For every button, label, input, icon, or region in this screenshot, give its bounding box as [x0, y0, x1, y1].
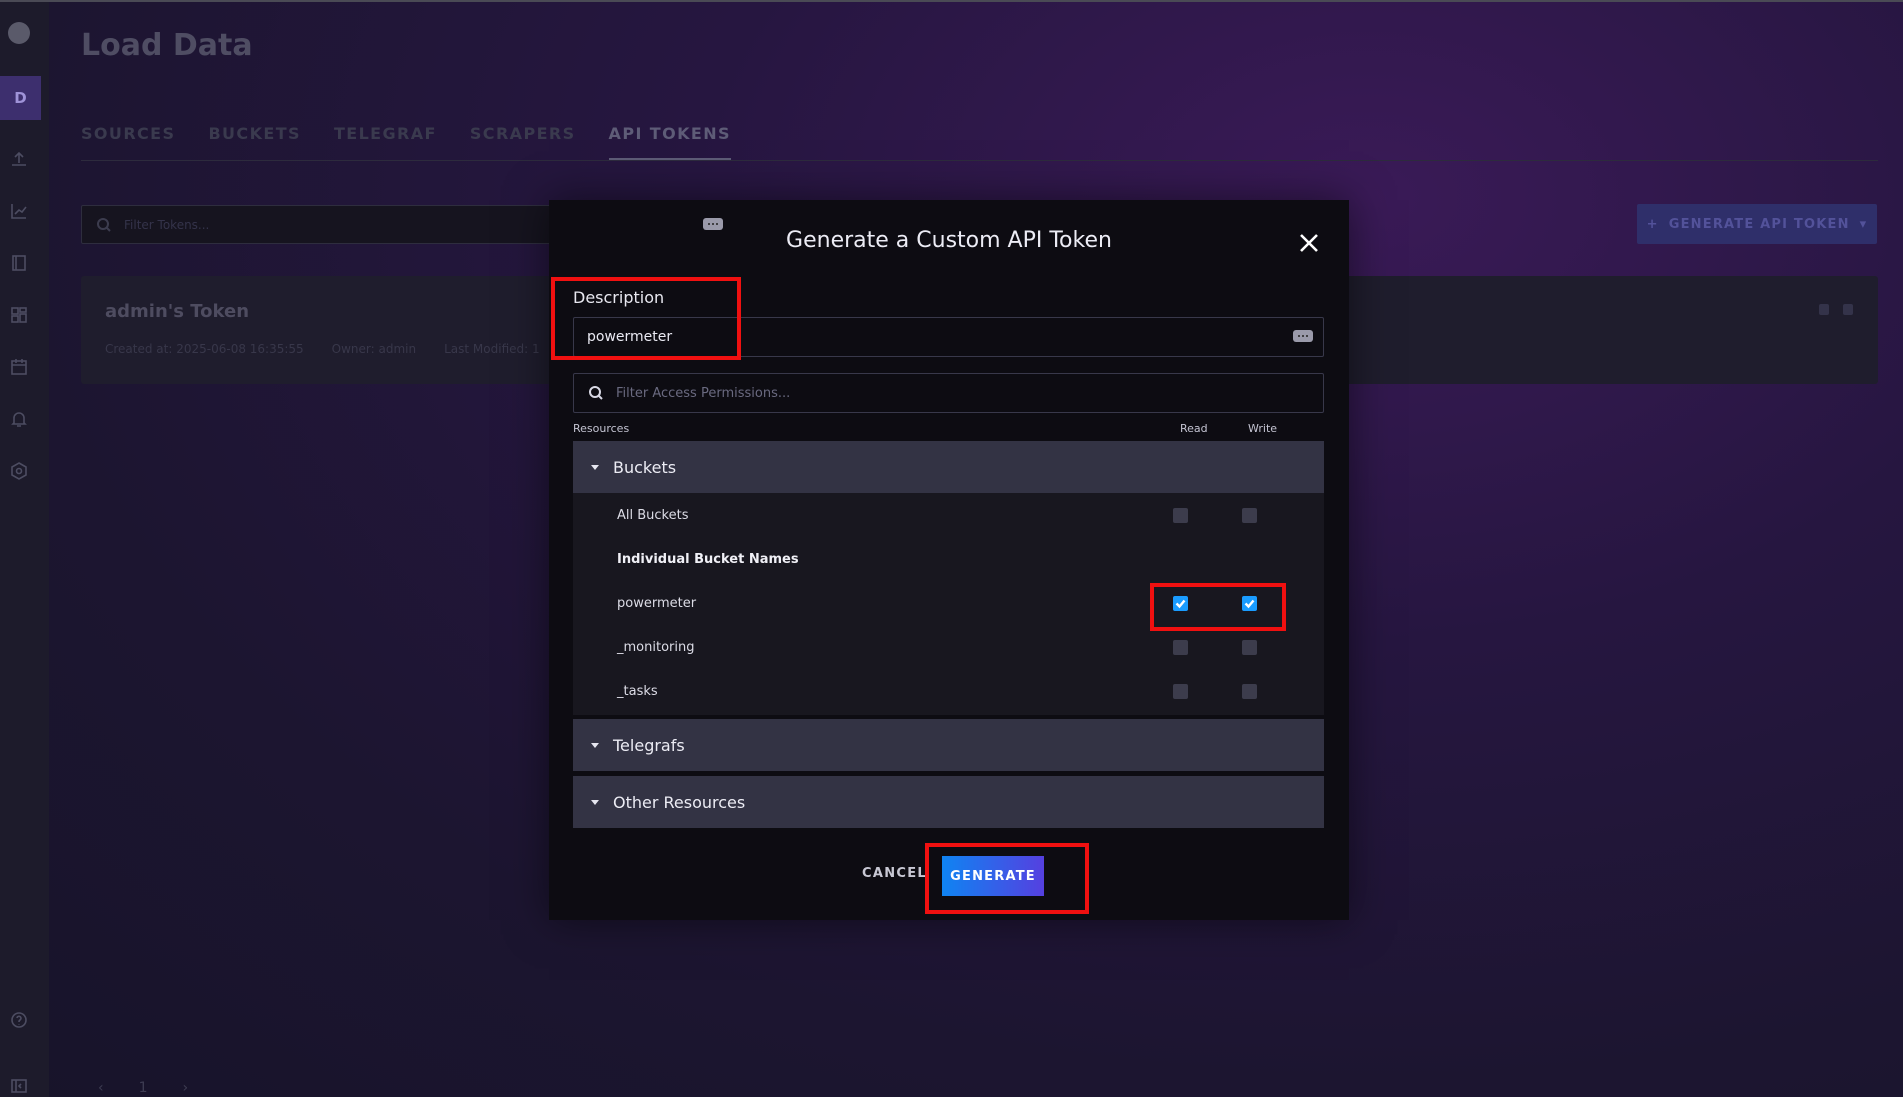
- dashboard-icon[interactable]: [8, 304, 30, 326]
- bucket-powermeter-write-checkbox[interactable]: [1242, 596, 1257, 611]
- sidebar: D: [0, 2, 49, 1097]
- notebook-icon[interactable]: [8, 252, 30, 274]
- token-filter-placeholder: Filter Tokens...: [124, 217, 210, 232]
- settings-icon[interactable]: [1843, 304, 1853, 315]
- buckets-section-label: Buckets: [613, 457, 677, 477]
- tab-sources[interactable]: SOURCES: [81, 124, 175, 160]
- influx-logo-icon[interactable]: [8, 22, 30, 44]
- all-buckets-label: All Buckets: [617, 508, 689, 523]
- password-manager-icon[interactable]: [1293, 330, 1313, 342]
- bucket-monitoring-write-checkbox[interactable]: [1242, 640, 1257, 655]
- org-initial: D: [14, 89, 27, 107]
- help-icon[interactable]: [8, 1009, 30, 1031]
- caret-down-icon: [591, 742, 599, 748]
- pagination: ‹ 1 ›: [98, 1080, 188, 1096]
- individual-buckets-heading: Individual Bucket Names: [617, 552, 799, 567]
- org-switcher[interactable]: D: [0, 76, 41, 120]
- bucket-tasks-read-checkbox[interactable]: [1173, 684, 1188, 699]
- all-buckets-read-checkbox[interactable]: [1173, 508, 1188, 523]
- tab-scrapers[interactable]: SCRAPERS: [470, 124, 576, 160]
- other-resources-section-label: Other Resources: [613, 792, 746, 812]
- plus-icon: +: [1646, 216, 1659, 232]
- window-top-border: [0, 0, 1903, 2]
- read-column-header: Read: [1180, 422, 1208, 435]
- prev-page-button[interactable]: ‹: [98, 1080, 104, 1096]
- search-icon: [589, 386, 603, 400]
- permission-filter-input[interactable]: [616, 385, 1296, 401]
- telegrafs-section-label: Telegrafs: [613, 735, 685, 755]
- token-filter-input[interactable]: Filter Tokens...: [81, 205, 561, 244]
- tab-api-tokens[interactable]: API TOKENS: [608, 124, 731, 160]
- generate-button[interactable]: GENERATE: [942, 856, 1044, 896]
- generate-token-modal: Generate a Custom API Token Description …: [549, 200, 1349, 920]
- token-meta: Created at: 2025-06-08 16:35:55 Owner: a…: [105, 342, 540, 356]
- all-buckets-write-checkbox[interactable]: [1242, 508, 1257, 523]
- close-icon[interactable]: [1298, 232, 1320, 254]
- page-number[interactable]: 1: [139, 1080, 148, 1096]
- token-name[interactable]: admin's Token: [105, 301, 249, 322]
- buckets-section-header[interactable]: Buckets: [573, 441, 1324, 493]
- page-title: Load Data: [81, 28, 253, 63]
- other-resources-section-header[interactable]: Other Resources: [573, 776, 1324, 828]
- checkmark-icon: [1175, 599, 1186, 609]
- description-label: Description: [573, 288, 665, 307]
- search-icon: [97, 217, 111, 232]
- cancel-button[interactable]: CANCEL: [862, 866, 927, 881]
- bucket-powermeter-read-checkbox[interactable]: [1173, 596, 1188, 611]
- buckets-section-body: All Buckets Individual Bucket Names powe…: [573, 493, 1324, 715]
- card-actions: [1819, 304, 1853, 315]
- tab-buckets[interactable]: BUCKETS: [208, 124, 301, 160]
- token-created: Created at: 2025-06-08 16:35:55: [105, 342, 304, 356]
- bucket-monitoring-read-checkbox[interactable]: [1173, 640, 1188, 655]
- permission-filter-field[interactable]: [573, 373, 1324, 413]
- caret-down-icon: [591, 799, 599, 805]
- write-column-header: Write: [1248, 422, 1278, 435]
- next-page-button[interactable]: ›: [183, 1080, 189, 1096]
- caret-down-icon: [591, 464, 599, 470]
- graph-icon[interactable]: [8, 200, 30, 222]
- token-modified: Last Modified: 1: [444, 342, 540, 356]
- token-owner: Owner: admin: [331, 342, 417, 356]
- bucket-tasks-write-checkbox[interactable]: [1242, 684, 1257, 699]
- calendar-icon[interactable]: [8, 356, 30, 378]
- modal-title: Generate a Custom API Token: [786, 228, 1112, 253]
- settings-icon[interactable]: [8, 460, 30, 482]
- tab-bar: SOURCES BUCKETS TELEGRAF SCRAPERS API TO…: [81, 124, 764, 160]
- bucket-powermeter-label: powermeter: [617, 596, 697, 611]
- bucket-tasks-label: _tasks: [617, 684, 658, 699]
- tab-telegraf[interactable]: TELEGRAF: [334, 124, 437, 160]
- other-resources-section: Other Resources: [573, 776, 1324, 828]
- telegrafs-section: Telegrafs: [573, 719, 1324, 771]
- bell-icon[interactable]: [8, 408, 30, 430]
- resources-column-header: Resources: [573, 422, 630, 435]
- tabs-divider: [81, 160, 1878, 161]
- checkmark-icon: [1244, 599, 1255, 609]
- delete-icon[interactable]: [1819, 304, 1829, 315]
- chevron-down-icon: ▾: [1859, 216, 1868, 232]
- collapse-icon[interactable]: [8, 1075, 30, 1097]
- buckets-section: Buckets All Buckets Individual Bucket Na…: [573, 441, 1324, 715]
- generate-api-token-button[interactable]: + GENERATE API TOKEN ▾: [1637, 204, 1877, 244]
- bucket-monitoring-label: _monitoring: [617, 640, 695, 655]
- upload-icon[interactable]: [8, 148, 30, 170]
- generate-api-token-label: GENERATE API TOKEN: [1668, 216, 1850, 232]
- telegrafs-section-header[interactable]: Telegrafs: [573, 719, 1324, 771]
- description-input[interactable]: [573, 317, 1324, 357]
